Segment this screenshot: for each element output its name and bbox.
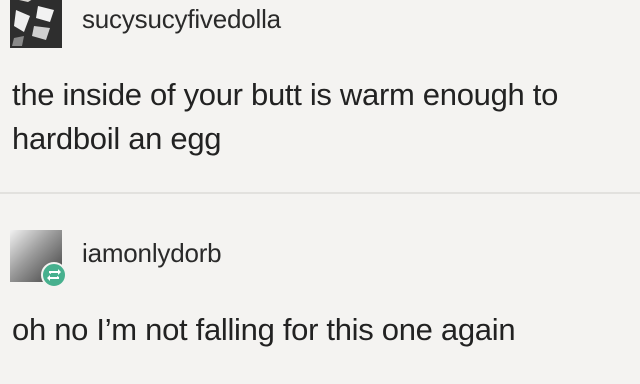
post: sucysucyfivedolla the inside of your but… xyxy=(0,0,640,192)
post-username[interactable]: sucysucyfivedolla xyxy=(82,4,281,35)
post-body-text: the inside of your butt is warm enough t… xyxy=(12,77,559,156)
post-divider xyxy=(0,192,640,194)
reblog-icon xyxy=(41,262,67,288)
post-body-text: oh no I’m not falling for this one again xyxy=(12,312,516,347)
post-username[interactable]: iamonlydorb xyxy=(82,238,222,269)
post: iamonlydorb oh no I’m not falling for th… xyxy=(0,196,640,384)
user-avatar-icon[interactable] xyxy=(10,0,62,48)
